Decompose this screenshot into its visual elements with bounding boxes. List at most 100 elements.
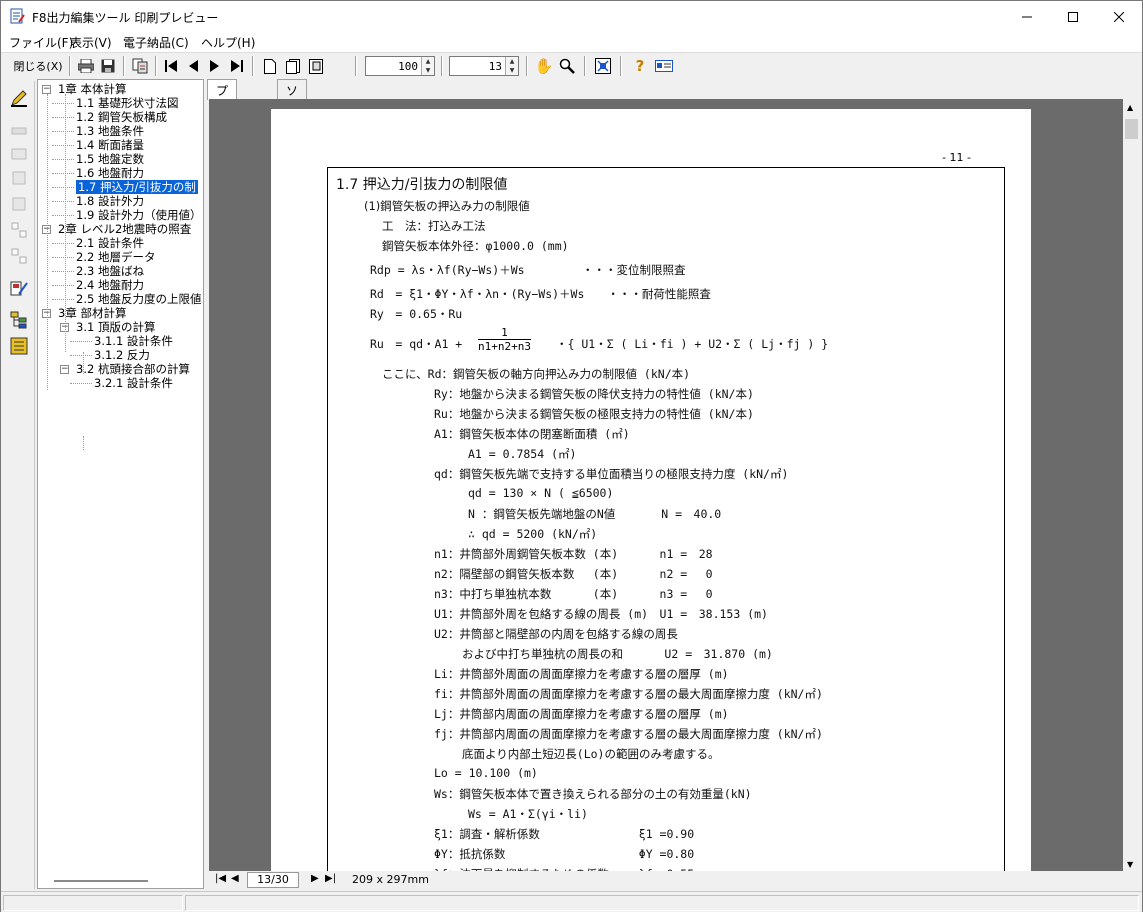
last-page-icon[interactable]	[227, 55, 247, 77]
menu-file[interactable]: ファイル(F)	[9, 34, 73, 51]
close-window-button[interactable]	[1096, 1, 1142, 32]
hand-pan-icon[interactable]: ✋	[533, 55, 555, 77]
spin-down-icon[interactable]: ▼	[422, 66, 434, 75]
first-page-icon[interactable]	[161, 55, 181, 77]
tree-item[interactable]: 1.6 地盤耐力	[76, 166, 144, 180]
layout-tool-icon[interactable]	[8, 245, 30, 267]
tree-connector	[70, 341, 92, 342]
tree-item[interactable]: 3.1 頂版の計算	[76, 320, 155, 334]
fit-page-icon[interactable]	[592, 55, 614, 77]
tree-item[interactable]: 1.2 鋼管矢板構成	[76, 110, 167, 124]
zoom-spin-arrows[interactable]: ▲ ▼	[421, 57, 434, 75]
window-title: F8出力編集ツール 印刷プレビュー	[32, 11, 219, 25]
rect-tool-icon[interactable]	[8, 143, 30, 165]
scroll-thumb[interactable]	[1125, 119, 1138, 139]
page-spinner[interactable]: 13 ▲ ▼	[449, 56, 519, 76]
tree-item[interactable]: 2.5 地盤反力度の上限値	[76, 292, 201, 306]
spin-down-icon[interactable]: ▼	[506, 66, 518, 75]
tree-item[interactable]: 2.2 地層データ	[76, 250, 155, 264]
page-spin-value: 13	[488, 60, 502, 73]
two-page-icon[interactable]	[282, 55, 304, 77]
menu-electronic-delivery[interactable]: 電子納品(C)	[123, 34, 189, 51]
zoom-value: 100	[398, 60, 418, 73]
copy-page-icon[interactable]	[129, 55, 151, 77]
text-tool-icon[interactable]	[8, 167, 30, 189]
nav-next-icon[interactable]: ▶	[311, 873, 319, 884]
formula-line: Ry：地盤から決まる鋼管矢板の降伏支持力の特性値 (kN/本)	[434, 387, 754, 401]
list-structure-icon[interactable]	[8, 335, 30, 357]
tree-item[interactable]: 3.1.2 反力	[94, 348, 150, 362]
formula-line: Li：井筒部外周面の周面摩擦力を考慮する層の層厚 (m)	[434, 667, 729, 681]
tree-item[interactable]: 3.2.1 設計条件	[94, 376, 173, 390]
tab-preview[interactable]: プレビュー	[207, 79, 238, 166]
tree-item[interactable]: 1章 本体計算	[58, 82, 126, 96]
tree-connector	[52, 173, 74, 174]
menu-help[interactable]: ヘルプ(H)	[201, 34, 255, 51]
tree-connector	[52, 257, 74, 258]
formula-line: Ru = qd・A1 +	[370, 337, 463, 351]
tree-item[interactable]: 1.3 地盤条件	[76, 124, 144, 138]
table-tool-icon[interactable]	[8, 219, 30, 241]
toolbar-separator	[526, 56, 528, 76]
line-tool-icon[interactable]	[8, 119, 30, 141]
nav-first-icon[interactable]: |◀	[215, 873, 226, 884]
bookmark-edit-icon[interactable]	[8, 277, 30, 299]
multi-page-icon[interactable]	[305, 55, 327, 77]
tree-item[interactable]: 3.1.1 設計条件	[94, 334, 173, 348]
tree-item[interactable]: 1.4 断面諸量	[76, 138, 144, 152]
formula-line: Lj：井筒部内周面の周面摩擦力を考慮する層の層厚 (m)	[434, 707, 729, 721]
formula-line: 鋼管矢板本体外径：φ1000.0 (mm)	[382, 239, 569, 253]
tree-scroll-thumb[interactable]	[54, 880, 148, 882]
tree-structure-icon[interactable]	[8, 309, 30, 331]
toolbar-separator	[155, 56, 157, 76]
tab-source[interactable]: ソース	[277, 79, 308, 132]
minimize-button[interactable]	[1004, 1, 1050, 32]
zoom-spinner[interactable]: 100 ▲ ▼	[365, 56, 435, 76]
preview-area: - 11 - 1.7 押込力/引抜力の制限値 (1)鋼管矢板の押込み力の制限値 …	[209, 99, 1123, 871]
collapse-toggle-icon[interactable]: −	[42, 85, 51, 94]
page-spin-arrows[interactable]: ▲ ▼	[505, 57, 518, 75]
tree-item[interactable]: 1.5 地盤定数	[76, 152, 144, 166]
scroll-up-icon[interactable]: ▲	[1127, 103, 1133, 112]
edit-pen-icon[interactable]	[8, 87, 30, 109]
save-icon[interactable]	[97, 55, 119, 77]
next-page-icon[interactable]	[205, 55, 225, 77]
prev-page-icon[interactable]	[183, 55, 203, 77]
about-icon[interactable]	[652, 55, 676, 77]
spin-up-icon[interactable]: ▲	[506, 57, 518, 66]
vertical-scrollbar[interactable]: ▲ ▼	[1123, 99, 1140, 871]
scroll-down-icon[interactable]: ▼	[1127, 860, 1133, 869]
tree-item[interactable]: 2.4 地盤耐力	[76, 278, 144, 292]
close-button[interactable]: 閉じる(X)	[11, 55, 65, 77]
status-bar	[1, 891, 1142, 912]
tree-item[interactable]: 3.2 杭頭接合部の計算	[76, 362, 190, 376]
tree-item[interactable]: 2.3 地盤ばね	[76, 264, 144, 278]
magnifier-icon[interactable]	[556, 55, 578, 77]
tree-item[interactable]: 1.8 設計外力	[76, 194, 144, 208]
maximize-button[interactable]	[1050, 1, 1096, 32]
spin-up-icon[interactable]: ▲	[422, 57, 434, 66]
nav-page-indicator[interactable]: 13/30	[247, 872, 299, 888]
tree-item[interactable]: 3章 部材計算	[58, 306, 126, 320]
collapse-toggle-icon[interactable]: −	[60, 365, 69, 374]
formula-line: ここに、Rd：鋼管矢板の軸方向押込み力の制限値 (kN/本)	[382, 367, 691, 381]
print-icon[interactable]	[75, 55, 97, 77]
tree-item[interactable]: 2.1 設計条件	[76, 236, 144, 250]
fraction-denominator: n1+n2+n3	[478, 340, 531, 353]
tree-connector	[52, 187, 74, 188]
nav-last-icon[interactable]: ▶|	[325, 873, 336, 884]
subsection-heading: (1)鋼管矢板の押込み力の制限値	[364, 199, 530, 213]
single-page-icon[interactable]	[259, 55, 281, 77]
toolbar-separator	[584, 56, 586, 76]
grid-tool-icon[interactable]	[8, 193, 30, 215]
tree-item[interactable]: 1.7 押込力/引抜力の制	[76, 180, 198, 194]
tree-item[interactable]: 1.9 設計外力（使用値）	[76, 208, 201, 222]
help-icon[interactable]: ?	[629, 55, 651, 77]
menu-view[interactable]: 表示(V)	[70, 34, 112, 51]
content-frame: 1.7 押込力/引抜力の制限値 (1)鋼管矢板の押込み力の制限値 工 法：打込み…	[327, 167, 1005, 871]
formula-line: Rd = ξ1・ΦY・λf・λn・(Ry−Ws)＋Ws ・・・耐荷性能照査	[370, 287, 711, 301]
nav-prev-icon[interactable]: ◀	[231, 873, 239, 884]
tree-item[interactable]: 2章 レベル2地震時の照査	[58, 222, 191, 236]
tree-connector	[70, 383, 92, 384]
tree-item[interactable]: 1.1 基礎形状寸法図	[76, 96, 178, 110]
